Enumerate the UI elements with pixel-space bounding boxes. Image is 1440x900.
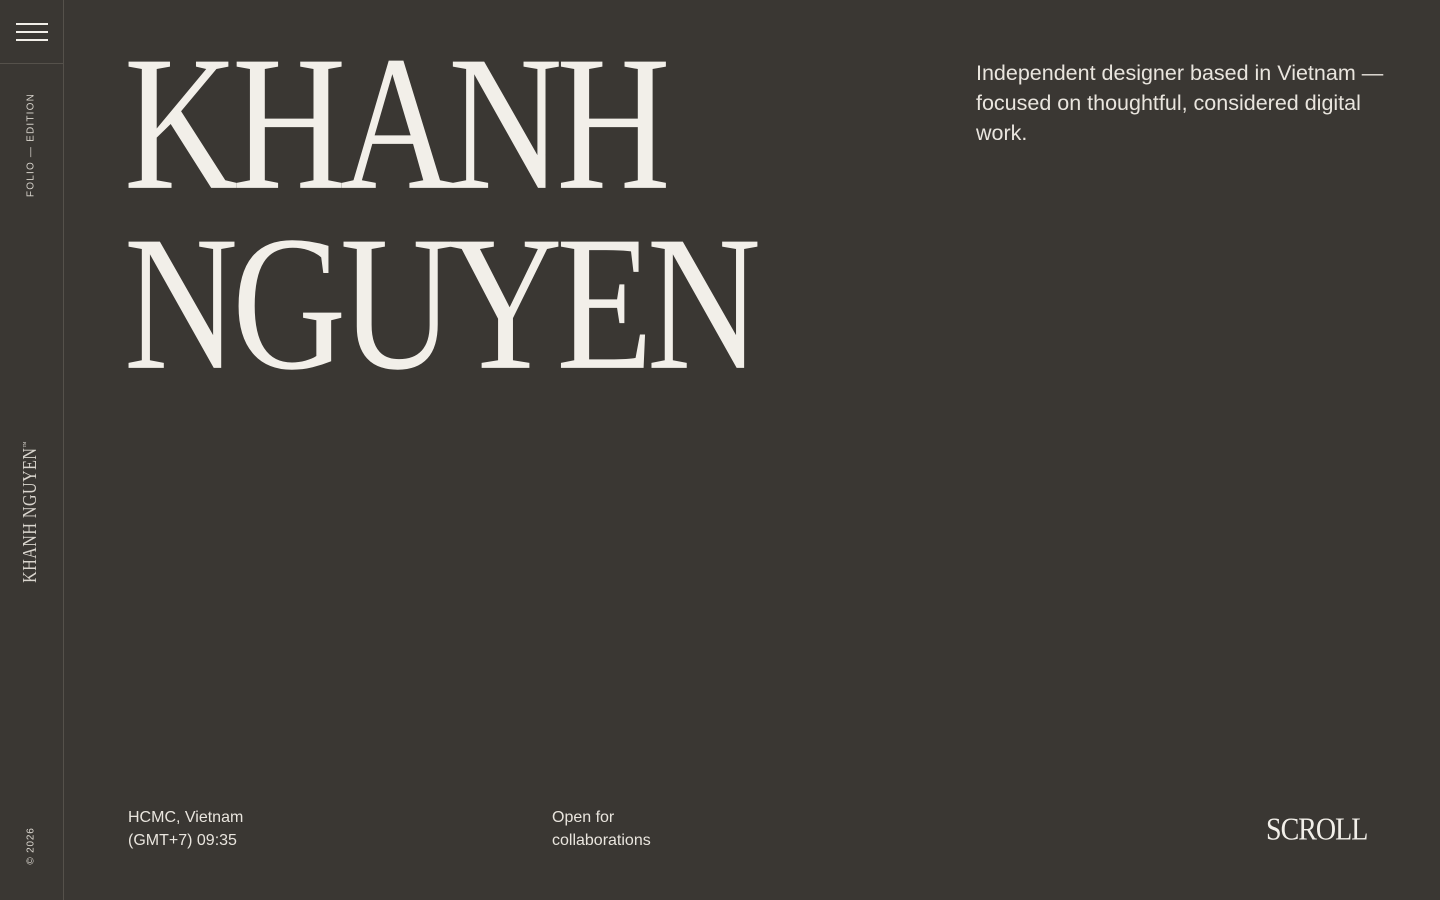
trademark-mark: ™ xyxy=(23,441,31,448)
menu-icon-bar xyxy=(16,39,48,41)
local-time: (GMT+7) 09:35 xyxy=(128,832,237,849)
hero-title: KHANH NGUYEN xyxy=(124,27,761,400)
menu-icon-bar xyxy=(16,23,48,25)
menu-button[interactable] xyxy=(0,0,63,64)
scroll-indicator[interactable]: SCROLL xyxy=(1266,812,1368,849)
availability-block: Open for collaborations xyxy=(552,806,651,852)
copyright: © 2026 xyxy=(25,827,37,865)
rail-brand-text: KHANH NGUYEN xyxy=(19,447,41,583)
edition-label: Folio — Edition xyxy=(25,92,37,198)
hero-last-name: NGUYEN xyxy=(124,197,761,411)
availability-line-1: Open for xyxy=(552,809,615,826)
location-text: HCMC, Vietnam xyxy=(128,809,244,826)
location-block: HCMC, Vietnam (GMT+7) 09:35 xyxy=(128,806,243,852)
availability-line-2: collaborations xyxy=(552,832,651,849)
menu-icon-bar xyxy=(16,31,48,33)
left-rail: Folio — Edition KHANH NGUYEN™ © 2026 xyxy=(0,0,64,900)
intro-text: Independent designer based in Vietnam — … xyxy=(976,61,1384,145)
rail-brand-name: KHANH NGUYEN™ xyxy=(20,441,43,583)
page: Folio — Edition KHANH NGUYEN™ © 2026 KHA… xyxy=(0,0,1440,900)
